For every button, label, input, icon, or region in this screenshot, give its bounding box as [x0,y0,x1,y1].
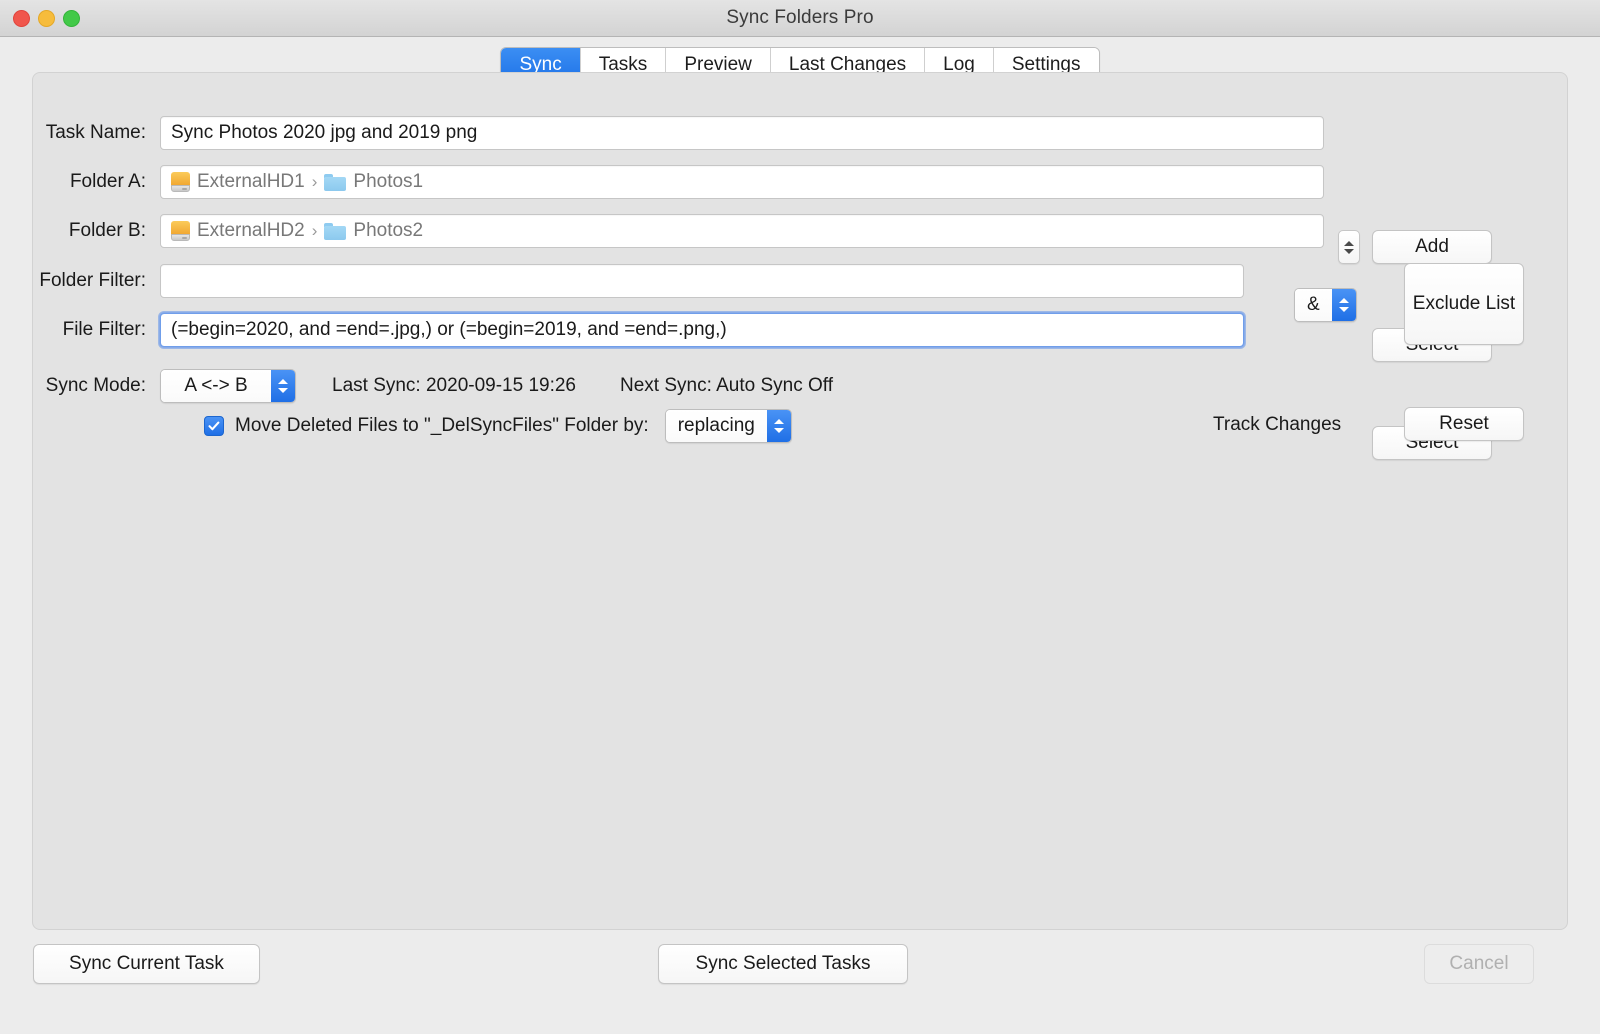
chevron-up-icon [773,419,784,424]
cancel-button[interactable]: Cancel [1424,944,1534,984]
next-sync-status: Next Sync: Auto Sync Off [620,375,833,396]
sync-selected-tasks-button[interactable]: Sync Selected Tasks [658,944,908,984]
minimize-button-icon[interactable] [38,9,55,27]
breadcrumb-chevron-icon: › [311,221,318,240]
folder-b-breadcrumb: ExternalHD2 › Photos2 [171,220,423,242]
move-deleted-label: Move Deleted Files to "_DelSyncFiles" Fo… [235,415,649,436]
sync-current-task-button[interactable]: Sync Current Task [33,944,260,984]
folder-a-label: Folder A: [69,171,146,192]
folder-b-row: Folder B: ExternalHD2 › Photos2 Select [0,212,1600,460]
folder-filter-row: Folder Filter: [0,262,1600,300]
folder-filter-label: Folder Filter: [39,270,146,291]
chevron-up-icon [1338,298,1349,303]
file-filter-value: (=begin=2020, and =end=.jpg,) or (=begin… [171,319,727,340]
folder-a-row: Folder A: ExternalHD1 › Photos1 Select [0,163,1600,362]
folder-b-path-field[interactable]: ExternalHD2 › Photos2 [160,214,1324,248]
popup-arrows-icon [271,370,295,402]
hard-drive-icon [171,172,190,192]
folder-a-path-field[interactable]: ExternalHD1 › Photos1 [160,165,1324,199]
traffic-lights [13,0,80,36]
folder-a-drive-crumb: ExternalHD1 [171,171,305,193]
folder-b-label: Folder B: [68,220,146,241]
file-filter-row: File Filter: (=begin=2020, and =end=.jpg… [0,311,1600,349]
breadcrumb-chevron-icon: › [311,172,318,191]
folder-b-drive-crumb: ExternalHD2 [171,220,305,242]
task-name-row: Task Name: Sync Photos 2020 jpg and 2019… [0,114,1600,264]
popup-arrows-icon [766,410,791,442]
folder-icon [324,173,347,191]
folder-filter-input[interactable] [160,264,1244,298]
window-title: Sync Folders Pro [726,7,874,28]
folder-b-folder-label: Photos2 [353,220,424,241]
folder-b-folder-crumb: Photos2 [324,220,423,242]
folder-a-folder-crumb: Photos1 [324,171,423,193]
folder-a-folder-label: Photos1 [353,171,424,192]
folder-a-drive-label: ExternalHD1 [197,171,305,192]
file-filter-label: File Filter: [62,319,146,340]
sync-mode-row: Sync Mode: A <-> B Last Sync: 2020-09-15… [0,367,1600,405]
sync-mode-value: A <-> B [161,370,271,402]
folder-a-breadcrumb: ExternalHD1 › Photos1 [171,171,423,193]
zoom-button-icon[interactable] [63,9,80,27]
task-name-value: Sync Photos 2020 jpg and 2019 png [171,122,478,143]
chevron-down-icon [773,428,784,433]
chevron-up-icon [278,379,288,384]
move-deleted-checkbox[interactable] [204,416,224,436]
move-deleted-mode-value: replacing [665,410,767,442]
bottom-action-bar: Sync Current Task Sync Selected Tasks Ca… [0,942,1600,988]
last-sync-status: Last Sync: 2020-09-15 19:26 [332,375,577,396]
hard-drive-icon [171,221,190,241]
move-deleted-mode-popup[interactable]: replacing [664,409,792,443]
close-button-icon[interactable] [13,9,30,27]
folder-b-drive-label: ExternalHD2 [197,220,305,241]
task-name-label: Task Name: [45,122,146,143]
reset-button[interactable]: Reset [1404,407,1524,441]
file-filter-input[interactable]: (=begin=2020, and =end=.jpg,) or (=begin… [158,311,1246,349]
sync-mode-label: Sync Mode: [45,375,146,396]
window-titlebar: Sync Folders Pro [0,0,1600,37]
move-deleted-row: Move Deleted Files to "_DelSyncFiles" Fo… [0,407,1600,445]
track-changes-label: Track Changes [1213,414,1342,435]
sync-mode-popup[interactable]: A <-> B [160,369,296,403]
chevron-down-icon [278,388,288,393]
task-name-input[interactable]: Sync Photos 2020 jpg and 2019 png [160,116,1324,150]
folder-icon [324,222,347,240]
